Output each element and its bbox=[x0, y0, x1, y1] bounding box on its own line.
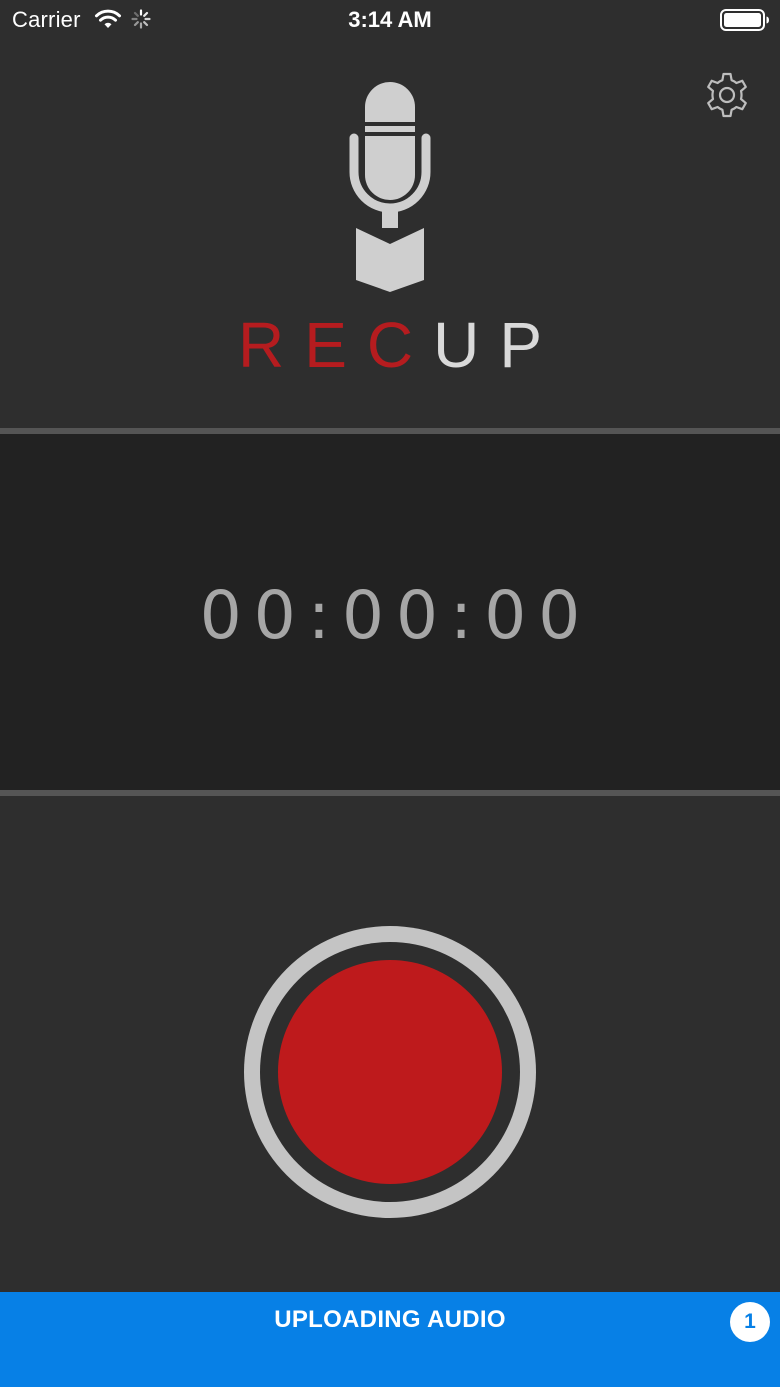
recording-timer: 00:00:00 bbox=[199, 577, 593, 654]
upload-status-label: UPLOADING AUDIO bbox=[274, 1306, 506, 1333]
divider-bottom bbox=[0, 790, 780, 796]
battery-icon bbox=[720, 9, 769, 31]
brand-logo-text: RECUP bbox=[0, 310, 780, 380]
record-icon bbox=[278, 960, 502, 1184]
upload-count-badge: 1 bbox=[730, 1302, 770, 1342]
status-bar: Carrier 3:14 AM bbox=[0, 0, 780, 40]
status-time: 3:14 AM bbox=[348, 7, 432, 32]
gear-icon bbox=[707, 72, 747, 118]
settings-button[interactable] bbox=[700, 68, 754, 122]
record-button[interactable] bbox=[244, 926, 536, 1218]
app-screen: Carrier 3:14 AM RECUP 00:00:00 UPLOADING… bbox=[0, 0, 780, 1387]
upload-status-banner[interactable]: UPLOADING AUDIO 1 bbox=[0, 1292, 780, 1387]
brand-up: UP bbox=[433, 309, 563, 381]
brand-rec: REC bbox=[237, 309, 434, 381]
microphone-icon bbox=[349, 82, 431, 292]
